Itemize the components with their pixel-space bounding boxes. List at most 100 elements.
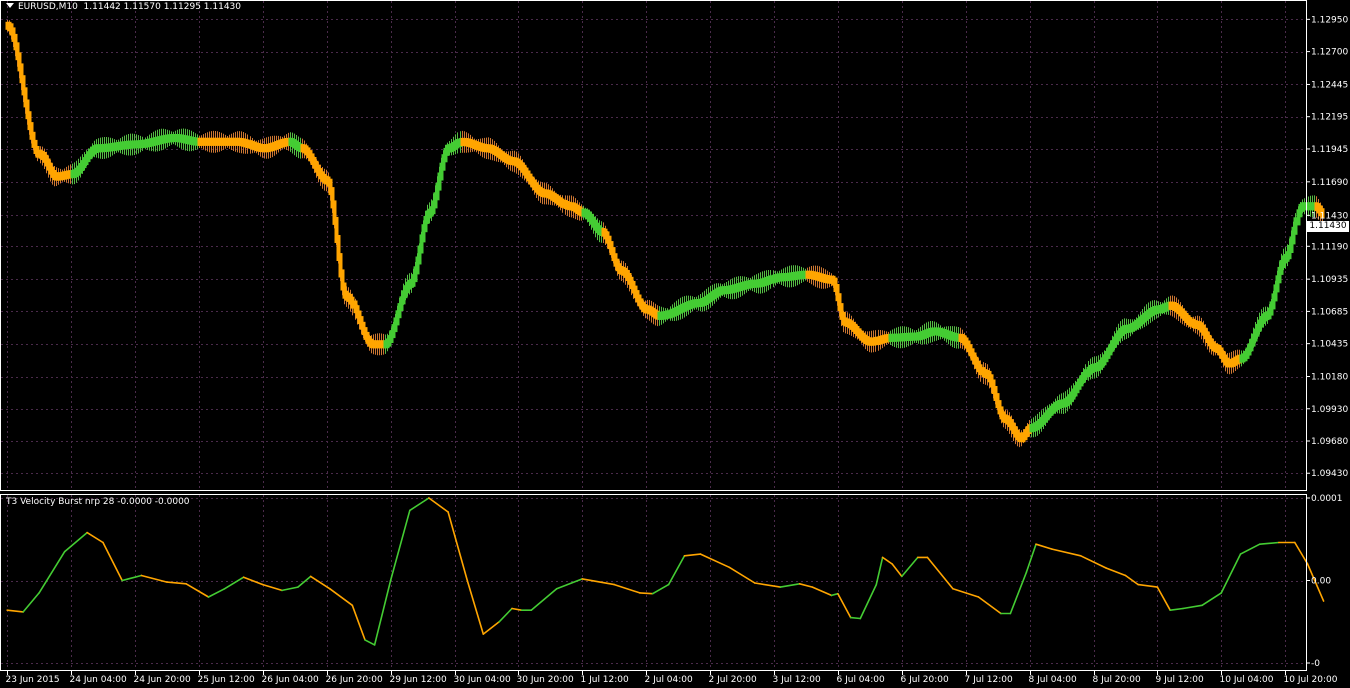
time-tick-label: 8 Jul 04:00 bbox=[1029, 675, 1078, 685]
time-tick-label: 29 Jun 12:00 bbox=[390, 675, 447, 685]
oscillator-segment bbox=[166, 581, 187, 585]
oscillator-segment bbox=[121, 574, 143, 582]
indicator-frame bbox=[0, 494, 1307, 671]
oscillator-segment bbox=[185, 582, 210, 598]
oscillator-segment bbox=[1201, 592, 1223, 607]
oscillator-segment bbox=[511, 607, 523, 612]
indicator-axis: 0.0001 0.00 -0 bbox=[1306, 494, 1343, 669]
price-tick-label: 1.12195 bbox=[1311, 113, 1348, 123]
oscillator-segment bbox=[683, 553, 702, 557]
oscillator-segment bbox=[22, 592, 40, 613]
time-tick-label: 10 Jul 04:00 bbox=[1220, 675, 1274, 685]
oscillator-segment bbox=[498, 607, 513, 623]
chart-canvas[interactable]: 1.12950 1.12700 1.12445 1.12195 1.11945 1.116… bbox=[0, 0, 1350, 688]
price-tick-label: 1.10685 bbox=[1311, 307, 1348, 317]
oscillator-segment bbox=[482, 620, 501, 635]
indicator-grid bbox=[1, 495, 1306, 670]
price-tick-label: 1.11430 bbox=[1311, 211, 1348, 221]
oscillator-segment bbox=[753, 582, 782, 588]
oscillator-segment bbox=[891, 563, 903, 578]
oscillator-segment bbox=[699, 553, 731, 569]
oscillator-segment bbox=[63, 531, 88, 553]
oscillator-segment bbox=[849, 616, 862, 620]
time-tick-label: 24 Jun 04:00 bbox=[70, 675, 127, 685]
oscillator-segment bbox=[651, 583, 670, 595]
price-tick-label: 1.09680 bbox=[1311, 437, 1348, 447]
time-tick-label: 2 Jul 20:00 bbox=[709, 675, 758, 685]
oscillator-segment bbox=[779, 582, 801, 588]
time-axis: 23 Jun 2015 24 Jun 04:00 24 Jun 20:00 25 Ju… bbox=[6, 671, 1338, 685]
price-tick-label: 1.12445 bbox=[1311, 81, 1348, 91]
time-tick-label: 10 Jul 20:00 bbox=[1284, 675, 1338, 685]
oscillator-segment bbox=[1124, 574, 1139, 586]
oscillator-segment bbox=[1137, 583, 1159, 588]
time-tick-label: 26 Jun 04:00 bbox=[262, 675, 319, 685]
oscillator-segment bbox=[1035, 543, 1053, 550]
oscillator-segment bbox=[86, 531, 104, 544]
oscillator-segment bbox=[638, 592, 654, 595]
indicator-header: T3 Velocity Burst nrp 28 -0.0000 -0.0000 bbox=[6, 497, 190, 507]
oscillator-segment bbox=[1156, 586, 1171, 612]
current-price-flag: 1.11430 bbox=[1307, 221, 1349, 232]
oscillator-segment bbox=[1079, 554, 1108, 569]
time-tick-label: 7 Jul 12:00 bbox=[965, 675, 1014, 685]
oscillator-segment bbox=[223, 576, 245, 590]
main-frame bbox=[0, 0, 1307, 491]
oscillator-segment bbox=[837, 592, 852, 619]
main-grid bbox=[1, 1, 1306, 490]
oscillator-segment bbox=[1105, 567, 1127, 577]
price-tick-label: 1.11690 bbox=[1311, 178, 1348, 188]
oscillator-segment bbox=[428, 497, 449, 513]
oscillator-segment bbox=[207, 587, 226, 598]
indicator-tick-label: 0.0001 bbox=[1311, 494, 1343, 504]
oscillator-segment bbox=[900, 556, 919, 578]
time-tick-label: 24 Jun 20:00 bbox=[134, 675, 191, 685]
price-tick-label: 1.09930 bbox=[1311, 405, 1348, 415]
oscillator-segment bbox=[926, 556, 954, 590]
time-tick-label: 3 Jul 12:00 bbox=[773, 675, 822, 685]
oscillator-segment bbox=[466, 579, 485, 635]
dropdown-triangle-icon[interactable] bbox=[6, 3, 14, 8]
symbol-header: EURUSD,M10 1.11442 1.11570 1.11295 1.114… bbox=[6, 2, 241, 12]
oscillator-segment bbox=[1025, 543, 1037, 574]
oscillator-segment bbox=[242, 576, 264, 586]
oscillator-segment bbox=[261, 583, 283, 592]
oscillator-segment bbox=[1258, 541, 1280, 546]
oscillator-segment bbox=[1169, 607, 1184, 612]
oscillator-segment bbox=[875, 556, 884, 586]
oscillator-segment bbox=[952, 587, 980, 598]
oscillator-segment bbox=[389, 509, 411, 582]
time-tick-label: 30 Jun 20:00 bbox=[517, 675, 574, 685]
price-tick-label: 1.11190 bbox=[1311, 242, 1348, 252]
time-tick-label: 6 Jul 20:00 bbox=[901, 675, 950, 685]
time-tick-label: 6 Jul 04:00 bbox=[837, 675, 886, 685]
price-tick-label: 1.12700 bbox=[1311, 48, 1348, 58]
oscillator-segment bbox=[530, 587, 558, 612]
oscillator-segment bbox=[140, 574, 168, 583]
symbol-header-text: EURUSD,M10 1.11442 1.11570 1.11295 1.114… bbox=[18, 2, 242, 12]
oscillator-segment bbox=[1051, 548, 1082, 557]
indicator-tick-label: -0 bbox=[1311, 659, 1320, 669]
oscillator-segment bbox=[555, 578, 584, 590]
oscillator-segment bbox=[281, 586, 299, 592]
price-tick-label: 1.11945 bbox=[1311, 145, 1348, 155]
price-tick-label: 1.10180 bbox=[1311, 373, 1348, 383]
oscillator-segment bbox=[447, 511, 469, 582]
oscillator-segment bbox=[811, 586, 833, 597]
time-tick-label: 8 Jul 20:00 bbox=[1093, 675, 1142, 685]
oscillator-segment bbox=[309, 575, 331, 590]
price-tick-label: 1.10435 bbox=[1311, 340, 1348, 350]
oscillator-segment bbox=[1182, 604, 1203, 610]
price-tick-label: 1.12950 bbox=[1311, 15, 1348, 25]
oscillator-segment bbox=[102, 541, 123, 582]
oscillator-segment bbox=[38, 550, 66, 594]
price-tick-label: 1.10935 bbox=[1311, 275, 1348, 285]
indicator-tick-label: 0.00 bbox=[1311, 577, 1331, 587]
oscillator-segment bbox=[613, 583, 641, 594]
oscillator-segment bbox=[977, 596, 1002, 615]
oscillator-segment bbox=[798, 582, 814, 588]
oscillator-segment bbox=[1239, 543, 1261, 555]
time-tick-label: 9 Jul 12:00 bbox=[1156, 675, 1205, 685]
time-tick-label: 1 Jul 12:00 bbox=[581, 675, 630, 685]
price-axis: 1.12950 1.12700 1.12445 1.12195 1.11945 1.116… bbox=[1306, 15, 1348, 479]
